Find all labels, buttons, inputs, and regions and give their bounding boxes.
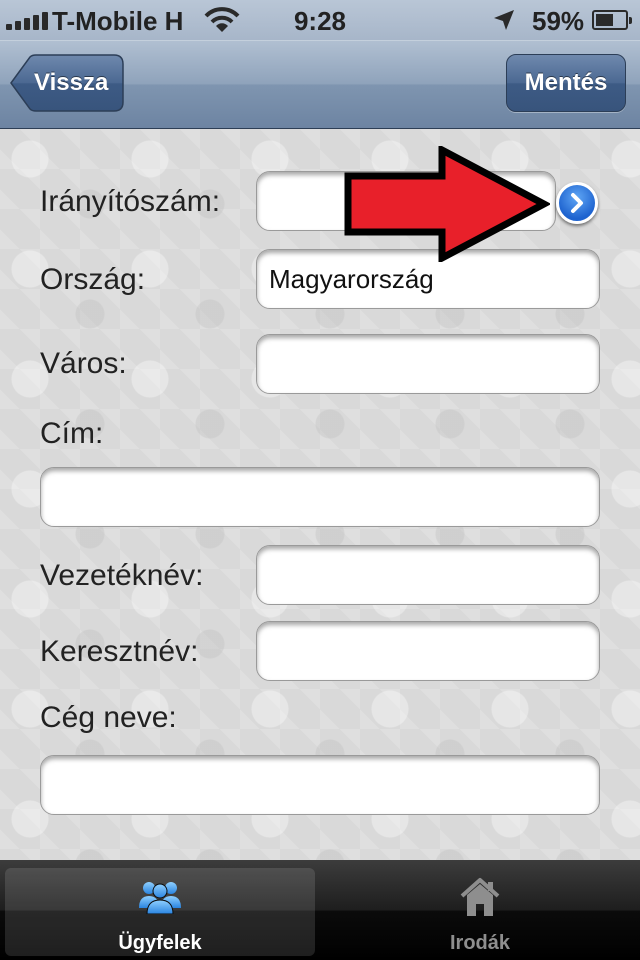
first-name-input[interactable] [256,621,600,681]
last-name-input[interactable] [256,545,600,605]
battery-icon [592,10,632,30]
tab-bar: Ügyfelek Irodák [0,860,640,960]
back-button-label: Vissza [34,69,109,96]
company-name-label: Cég neve: [40,701,177,734]
city-input[interactable] [256,334,600,394]
battery-percent: 59% [532,6,585,36]
tab-customers-label: Ügyfelek [118,932,202,954]
city-label: Város: [40,347,127,380]
company-name-input[interactable] [40,755,600,815]
people-icon [139,882,181,914]
postal-code-lookup-button[interactable] [556,182,598,224]
status-bar: T-Mobile H 9:28 59% [0,0,640,40]
back-button[interactable]: Vissza [10,54,124,112]
tab-offices[interactable]: Irodák [325,868,635,956]
tab-offices-label: Irodák [449,932,511,954]
house-icon [460,878,500,916]
address-input[interactable] [40,467,600,527]
country-label: Ország: [40,263,146,296]
save-button[interactable]: Mentés [506,54,626,112]
chevron-right-icon [571,193,583,213]
first-name-label: Keresztnév: [40,635,199,668]
navigation-bar: Vissza Mentés [0,40,640,129]
red-arrow-annotation [344,146,550,262]
address-label: Cím: [40,417,104,450]
last-name-label: Vezetéknév: [40,559,204,592]
tab-customers[interactable]: Ügyfelek [5,868,315,956]
location-arrow-icon [494,10,514,30]
postal-code-label: Irányítószám: [40,185,221,218]
